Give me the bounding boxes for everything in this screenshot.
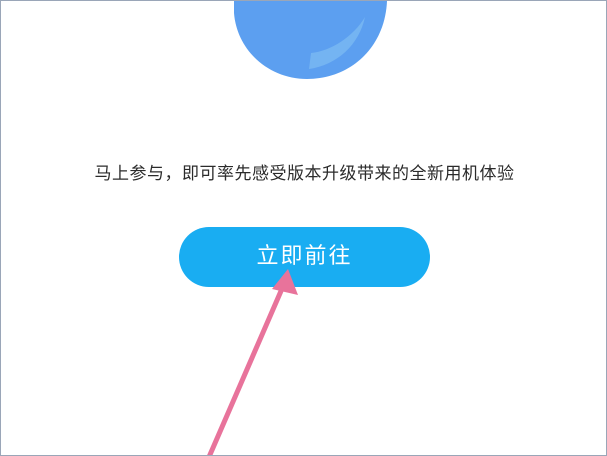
go-now-button[interactable]: 立即前往 (179, 227, 430, 287)
intro-message: 马上参与，即可率先感受版本升级带来的全新用机体验 (94, 164, 515, 184)
app-screen: 马上参与，即可率先感受版本升级带来的全新用机体验 立即前往 (0, 0, 607, 456)
hero-illustration-icon (234, 1, 387, 79)
